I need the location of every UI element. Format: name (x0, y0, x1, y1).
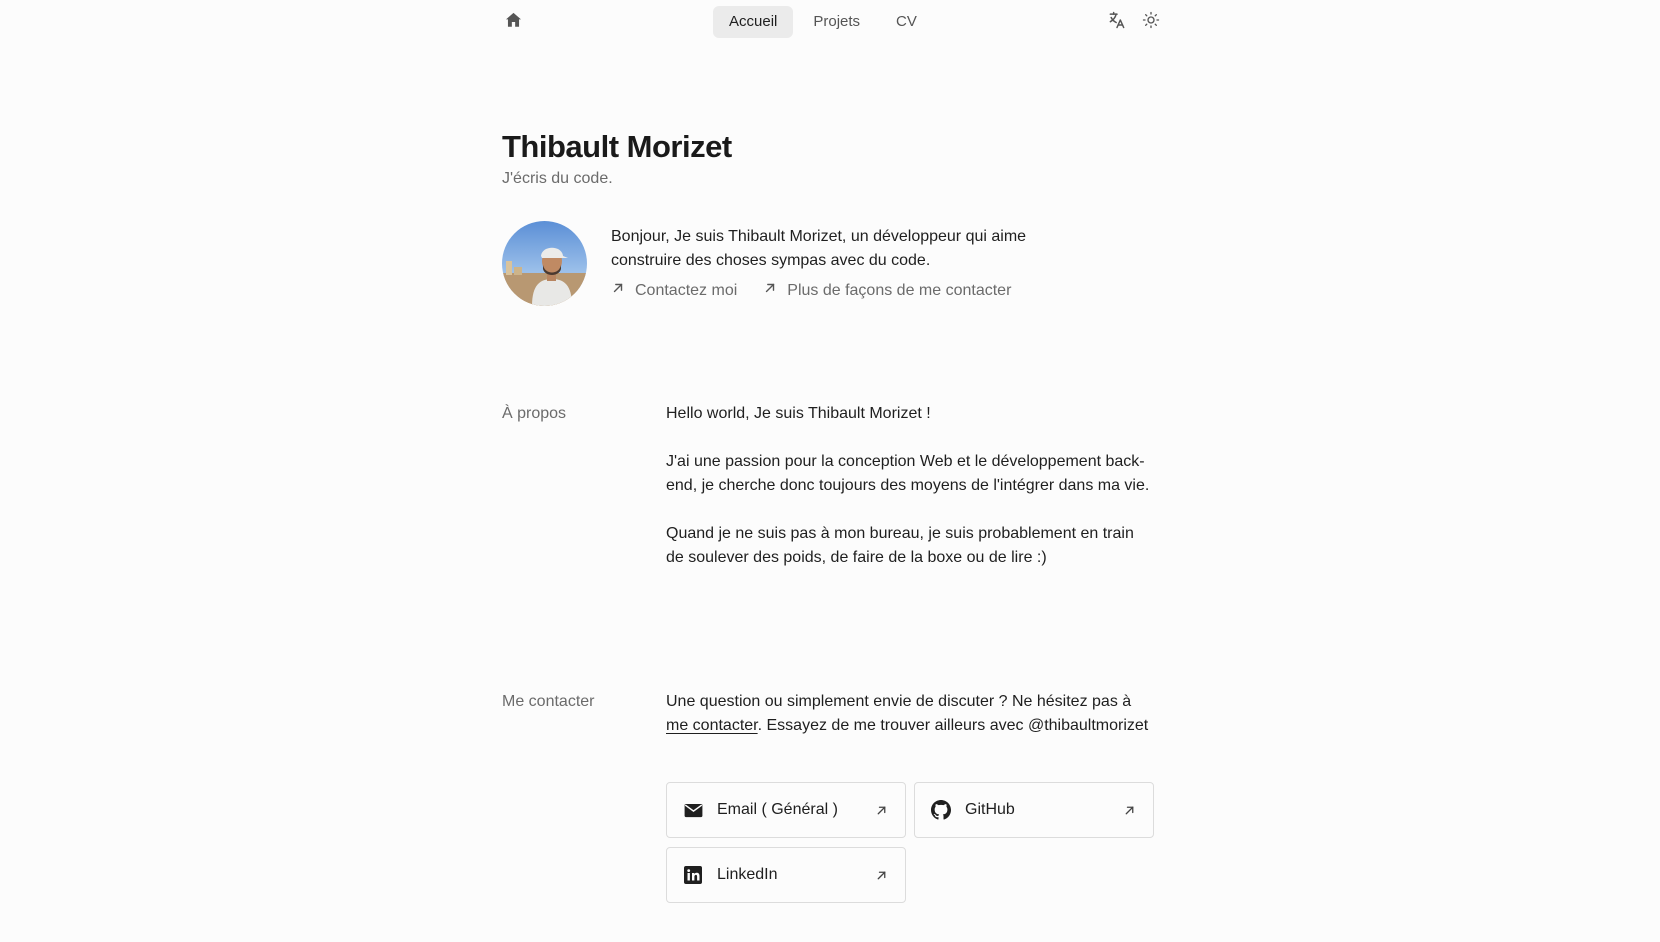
home-icon (504, 11, 523, 34)
contact-inline-link[interactable]: me contacter (666, 717, 758, 734)
page: Accueil Projets CV Thibault Morizet J'éc… (0, 0, 1660, 942)
contact-text-before: Une question ou simplement envie de disc… (666, 693, 1132, 710)
linkedin-card-label: LinkedIn (717, 866, 778, 883)
header: Accueil Projets CV (502, 0, 1162, 44)
linkedin-icon (683, 865, 703, 885)
about-section: À propos Hello world, Je suis Thibault M… (502, 402, 1162, 602)
home-button[interactable] (502, 11, 524, 33)
hero: Thibault Morizet J'écris du code. (502, 126, 1162, 190)
mail-icon (683, 800, 703, 820)
about-paragraph: Quand je ne suis pas à mon bureau, je su… (666, 525, 1134, 566)
more-contact-ways-label: Plus de façons de me contacter (787, 281, 1012, 299)
language-button[interactable] (1106, 11, 1128, 33)
about-paragraph: Hello world, Je suis Thibault Morizet ! (666, 405, 931, 422)
more-contact-ways-link[interactable]: Plus de façons de me contacter (763, 281, 1011, 300)
arrow-up-right-icon (763, 281, 777, 300)
arrow-up-right-icon (873, 867, 889, 883)
sun-icon (1142, 11, 1160, 34)
page-title: Thibault Morizet (502, 129, 732, 164)
arrow-up-right-icon (611, 281, 625, 300)
about-body: Hello world, Je suis Thibault Morizet ! … (666, 402, 1156, 594)
avatar (502, 221, 587, 306)
linkedin-card[interactable]: LinkedIn (666, 847, 906, 903)
contact-body: Une question ou simplement envie de disc… (666, 690, 1156, 738)
github-card-label: GitHub (965, 801, 1015, 818)
contact-text-after: . Essayez de me trouver ailleurs avec @t… (757, 717, 1149, 734)
intro-links: Contactez moi Plus de façons de me conta… (611, 281, 1071, 300)
contact-me-link[interactable]: Contactez moi (611, 281, 737, 300)
translate-icon (1107, 10, 1127, 35)
contact-label: Me contacter (502, 693, 595, 710)
intro: Bonjour, Je suis Thibault Morizet, un dé… (502, 221, 1162, 306)
intro-text: Bonjour, Je suis Thibault Morizet, un dé… (611, 228, 1027, 269)
arrow-up-right-icon (873, 802, 889, 818)
theme-toggle[interactable] (1140, 11, 1162, 33)
github-icon (931, 800, 951, 820)
about-label: À propos (502, 405, 567, 422)
email-card[interactable]: Email ( Général ) (666, 782, 906, 838)
contact-section: Me contacter Une question ou simplement … (502, 690, 1162, 930)
github-card[interactable]: GitHub (914, 782, 1154, 838)
main-nav: Accueil Projets CV (713, 6, 933, 38)
intro-body: Bonjour, Je suis Thibault Morizet, un dé… (611, 221, 1071, 306)
contact-cards: Email ( Général ) GitHub LinkedIn (666, 782, 1156, 903)
about-paragraph: J'ai une passion pour la conception Web … (666, 453, 1150, 494)
arrow-up-right-icon (1121, 802, 1137, 818)
contact-me-label: Contactez moi (635, 281, 738, 299)
header-actions (1106, 11, 1162, 33)
nav-item-cv[interactable]: CV (880, 6, 933, 38)
nav-item-projets[interactable]: Projets (797, 6, 876, 38)
nav-item-accueil[interactable]: Accueil (713, 6, 794, 38)
email-card-label: Email ( Général ) (717, 801, 838, 818)
tagline: J'écris du code. (502, 170, 613, 187)
